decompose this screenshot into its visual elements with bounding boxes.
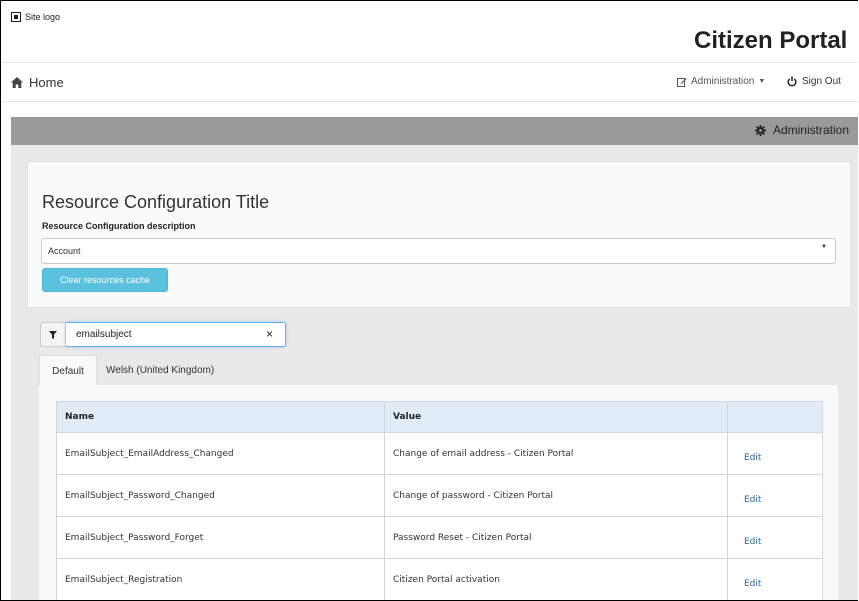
administration-menu[interactable]: Administration ▼ <box>677 76 765 87</box>
action-cell: Edit <box>727 474 823 517</box>
config-title: Resource Configuration Title <box>42 192 270 212</box>
home-icon <box>11 77 23 88</box>
power-icon <box>787 76 797 87</box>
administration-menu-label: Administration <box>691 76 755 87</box>
sign-out-label: Sign Out <box>802 76 841 87</box>
sign-out-link[interactable]: Sign Out <box>787 76 841 87</box>
admin-bar-title: Administration <box>754 123 849 137</box>
clear-filter-icon[interactable]: × <box>266 327 273 341</box>
resource-config-panel: Resource Configuration Title Resource Co… <box>27 161 851 308</box>
column-header-action <box>727 401 823 433</box>
action-cell: Edit <box>727 432 823 475</box>
home-label: Home <box>29 75 64 90</box>
site-logo[interactable]: Site logo <box>11 12 60 22</box>
edit-link[interactable]: Edit <box>744 579 761 589</box>
navbar: Home Administration ▼ Sign Out <box>1 63 858 101</box>
resource-select[interactable]: Account ▼ <box>41 238 836 264</box>
site-logo-label: Site logo <box>25 12 61 22</box>
filter-group: emailsubject × <box>40 322 286 347</box>
image-icon <box>11 12 21 22</box>
gear-icon <box>754 124 766 136</box>
resource-value-cell: Change of password - Citizen Portal <box>384 474 728 517</box>
resource-name-cell: EmailSubject_Password_Changed <box>56 474 385 517</box>
clear-resources-cache-button[interactable]: Clear resources cache <box>42 268 168 292</box>
resource-name-cell: EmailSubject_Registration <box>56 558 385 600</box>
dropdown-arrow-icon: ▼ <box>821 244 827 250</box>
edit-link[interactable]: Edit <box>744 453 761 463</box>
resource-name-cell: EmailSubject_EmailAddress_Changed <box>56 432 385 475</box>
filter-input[interactable]: emailsubject × <box>66 322 286 347</box>
browser-frame: Site logo Citizen Portal Home Administra… <box>0 0 858 601</box>
resource-value-cell: Change of email address - Citizen Portal <box>384 432 728 475</box>
table-row: EmailSubject_Registration Citizen Portal… <box>56 558 823 600</box>
column-header-name[interactable]: Name <box>56 401 385 433</box>
table-row: EmailSubject_EmailAddress_Changed Change… <box>56 432 823 475</box>
home-link[interactable]: Home <box>11 75 64 90</box>
caret-down-icon: ▼ <box>758 78 766 85</box>
config-description: Resource Configuration description <box>42 221 196 231</box>
tab-default[interactable]: Default <box>39 355 97 386</box>
resource-select-value: Account <box>48 246 81 256</box>
table-row: EmailSubject_Password_Forget Password Re… <box>56 516 823 559</box>
content-area: Resource Configuration Title Resource Co… <box>11 145 858 600</box>
action-cell: Edit <box>727 558 823 600</box>
filter-icon <box>40 322 66 347</box>
edit-link[interactable]: Edit <box>744 495 761 505</box>
table-header-row: Name Value <box>56 401 823 433</box>
action-cell: Edit <box>727 516 823 559</box>
edit-icon <box>677 77 687 87</box>
resource-value-cell: Password Reset - Citizen Portal <box>384 516 728 559</box>
admin-bar-label: Administration <box>772 123 849 137</box>
navbar-divider <box>1 101 858 102</box>
resource-name-cell: EmailSubject_Password_Forget <box>56 516 385 559</box>
admin-bar: Administration <box>11 117 858 145</box>
resource-value-cell: Citizen Portal activation <box>384 558 728 600</box>
resources-table: Name Value EmailSubject_EmailAddress_Cha… <box>56 401 823 600</box>
portal-title: Citizen Portal <box>694 27 848 54</box>
filter-input-value: emailsubject <box>76 329 132 340</box>
tab-welsh[interactable]: Welsh (United Kingdom) <box>106 355 214 385</box>
tab-panel: Name Value EmailSubject_EmailAddress_Cha… <box>39 385 838 600</box>
column-header-value[interactable]: Value <box>384 401 728 433</box>
edit-link[interactable]: Edit <box>744 537 761 547</box>
table-row: EmailSubject_Password_Changed Change of … <box>56 474 823 517</box>
